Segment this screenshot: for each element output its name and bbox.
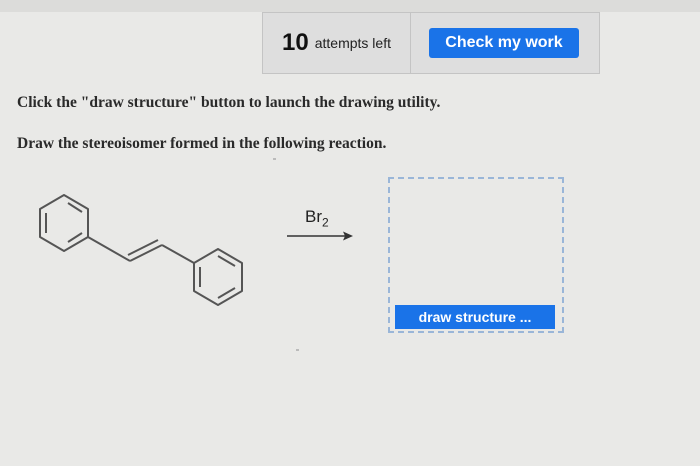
- draw-structure-button[interactable]: draw structure ...: [395, 305, 555, 329]
- decorative-mark: [296, 349, 299, 351]
- reaction-arrow-group: Br2: [285, 200, 355, 250]
- instruction-launch-utility: Click the "draw structure" button to lau…: [17, 94, 441, 111]
- reagent-label: Br2: [305, 207, 329, 229]
- attempts-panel: 10 attempts left Check my work: [262, 12, 600, 74]
- stilbene-structure: [39, 194, 243, 306]
- reaction-arrow-icon: [287, 231, 353, 241]
- attempts-count: 10: [282, 29, 309, 56]
- reagent-symbol: Br: [305, 207, 322, 226]
- reagent-subscript: 2: [322, 215, 329, 230]
- attempts-label: attempts left: [314, 35, 391, 51]
- attempts-indicator: 10 attempts left: [263, 13, 411, 73]
- check-my-work-button[interactable]: Check my work: [429, 28, 579, 58]
- instruction-draw-stereoisomer: Draw the stereoisomer formed in the foll…: [17, 135, 387, 152]
- top-strip: [0, 0, 700, 12]
- decorative-mark: [273, 158, 276, 160]
